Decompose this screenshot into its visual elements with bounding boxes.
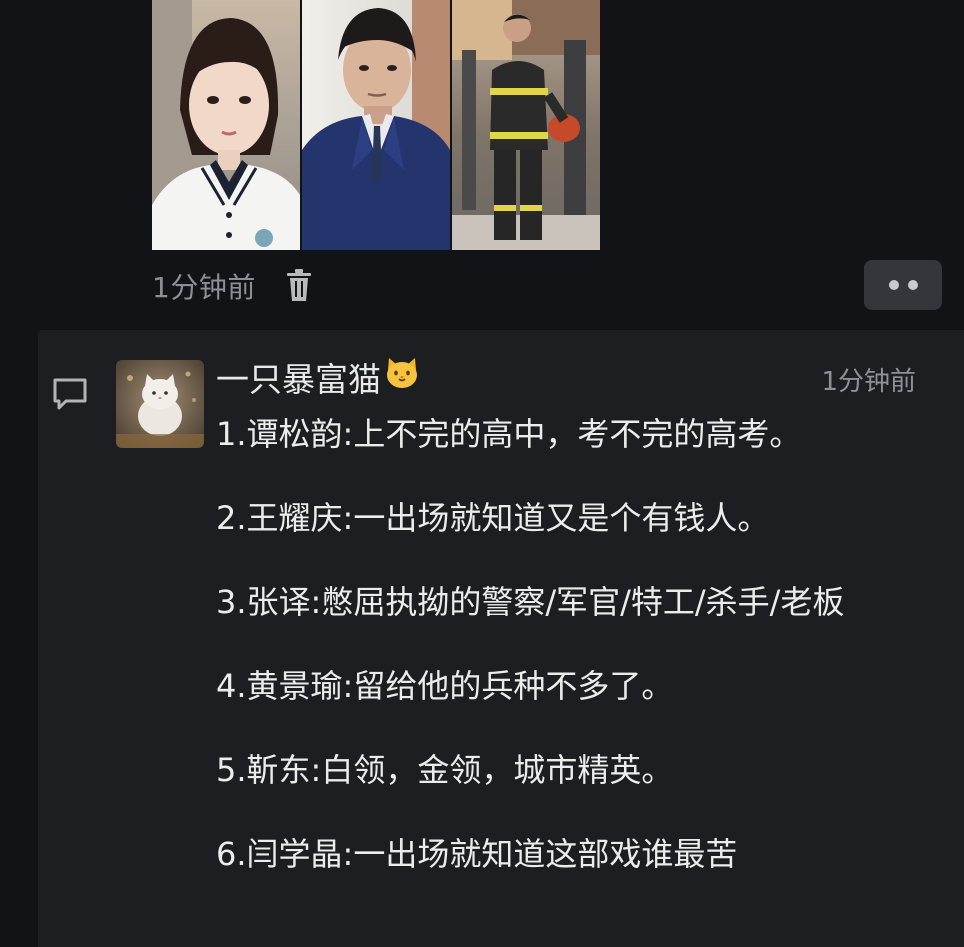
comment-header: 一只暴富猫 1分钟前 — [216, 356, 916, 404]
post-area: 1分钟前 — [0, 0, 964, 330]
student-girl-photo[interactable] — [152, 0, 300, 250]
comment-line: 6.闫学晶:一出场就知道这部戏谁最苦 — [216, 835, 738, 873]
suited-man-photo[interactable] — [302, 0, 450, 250]
cat-avatar[interactable] — [116, 360, 204, 448]
post-timestamp: 1分钟前 — [152, 271, 256, 304]
trash-icon[interactable] — [286, 269, 312, 303]
comment-timestamp: 1分钟前 — [821, 367, 916, 397]
more-dots-icon — [907, 280, 918, 290]
comment-line: 2.王耀庆:一出场就知道又是个有钱人。 — [216, 499, 770, 537]
comment-line: 5.靳东:白领，金领，城市精英。 — [216, 751, 674, 789]
comment-panel: 一只暴富猫 1分钟前 1.谭松韵:上不完的高中，考不完的高考。 2.王耀庆:一出… — [38, 330, 964, 947]
comment-line: 1.谭松韵:上不完的高中，考不完的高考。 — [216, 415, 802, 453]
comment-line: 3.张译:憋屈执拗的警察/军官/特工/杀手/老板 — [216, 583, 845, 621]
commenter-name[interactable]: 一只暴富猫 — [216, 356, 419, 404]
comment-bubble-icon[interactable] — [52, 376, 88, 412]
post-meta-row: 1分钟前 — [152, 264, 312, 308]
more-dots-icon — [888, 280, 899, 290]
post-photo-grid — [152, 0, 601, 250]
more-options-button[interactable] — [864, 260, 942, 310]
cat-face-emoji-icon — [385, 355, 419, 403]
commenter-name-text: 一只暴富猫 — [216, 360, 381, 399]
firefighter-photo[interactable] — [452, 0, 600, 250]
comment-line: 4.黄景瑜:留给他的兵种不多了。 — [216, 667, 674, 705]
comment-body: 1.谭松韵:上不完的高中，考不完的高考。 2.王耀庆:一出场就知道又是个有钱人。… — [216, 414, 926, 874]
